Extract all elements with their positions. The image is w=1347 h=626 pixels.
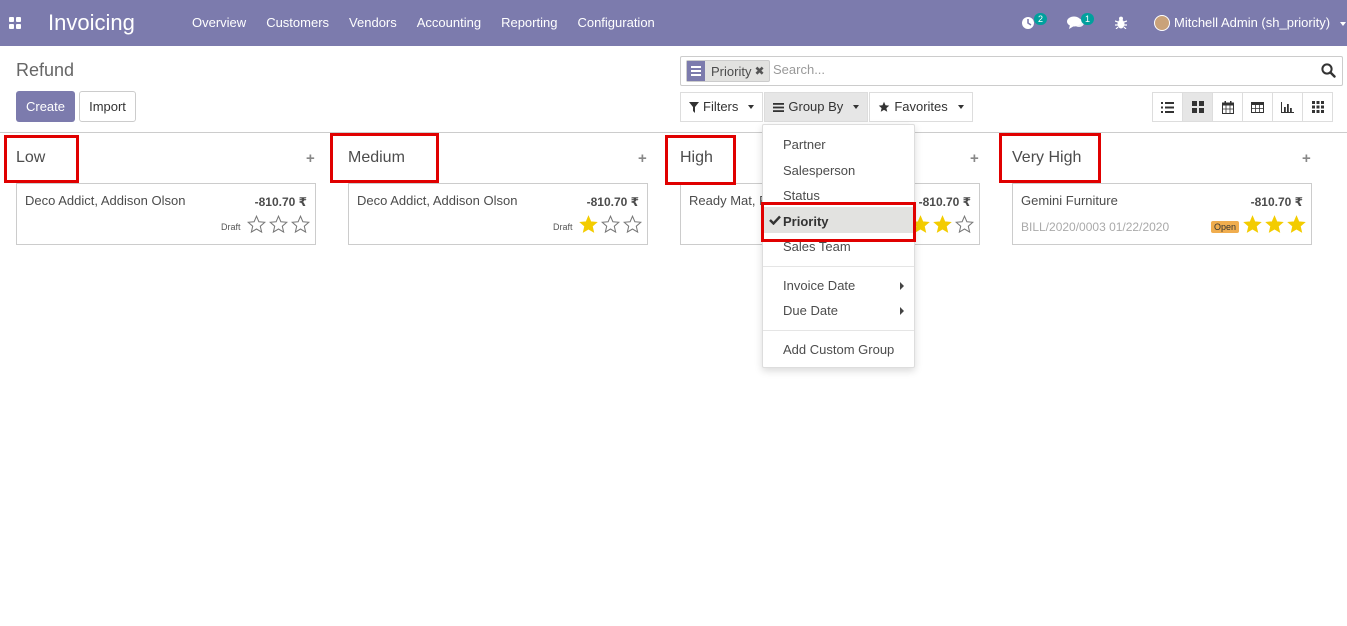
menu-vendors[interactable]: Vendors xyxy=(339,0,407,46)
search-box: Priority ✖ xyxy=(680,56,1343,86)
menu-configuration[interactable]: Configuration xyxy=(567,0,664,46)
kanban-view-icon[interactable] xyxy=(1182,92,1213,122)
user-avatar[interactable] xyxy=(1154,15,1170,31)
priority-stars[interactable] xyxy=(579,215,642,234)
card-amount: -810.70 ₹ xyxy=(586,195,639,209)
highlight-box-high xyxy=(665,135,736,185)
card-amount: -810.70 ₹ xyxy=(918,195,971,209)
add-custom-group[interactable]: Add Custom Group xyxy=(783,342,894,357)
star-empty-icon[interactable] xyxy=(269,215,288,234)
card-partner: Deco Addict, Addison Olson xyxy=(25,193,186,208)
facet-remove-icon[interactable]: ✖ xyxy=(754,64,768,78)
groupby-status[interactable]: Status xyxy=(783,188,820,203)
star-filled-icon[interactable] xyxy=(1243,215,1262,234)
column-add-icon[interactable]: + xyxy=(970,150,979,167)
favorites-caret-icon xyxy=(957,105,964,109)
calendar-view-icon[interactable] xyxy=(1212,92,1243,122)
grid-view-icon[interactable] xyxy=(1302,92,1333,122)
apps-menu-icon[interactable] xyxy=(9,17,21,29)
highlight-box-priority-option xyxy=(761,202,916,242)
star-empty-icon[interactable] xyxy=(291,215,310,234)
kanban-card[interactable]: Deco Addict, Addison Olson -810.70 ₹ Dra… xyxy=(348,183,648,245)
create-button[interactable]: Create xyxy=(16,91,75,122)
card-state: Draft xyxy=(553,222,573,232)
group-by-button[interactable]: Group By xyxy=(764,92,869,122)
view-switcher xyxy=(1152,92,1333,122)
star-filled-icon[interactable] xyxy=(1265,215,1284,234)
card-partner: Gemini Furniture xyxy=(1021,193,1118,208)
user-name: Mitchell Admin (sh_priority) xyxy=(1174,15,1331,30)
app-title: Invoicing xyxy=(48,10,135,35)
activity-clock-icon[interactable] xyxy=(1021,14,1035,33)
messages-badge: 1 xyxy=(1081,13,1095,25)
favorites-button[interactable]: Favorites xyxy=(869,92,973,122)
graph-view-icon[interactable] xyxy=(1272,92,1303,122)
column-add-icon[interactable]: + xyxy=(306,150,315,167)
menu-accounting[interactable]: Accounting xyxy=(407,0,491,46)
user-caret-icon xyxy=(1339,21,1346,26)
card-state-badge: Open xyxy=(1211,221,1240,233)
column-add-icon[interactable]: + xyxy=(1302,150,1311,167)
group-by-label: Group By xyxy=(788,99,844,114)
priority-stars[interactable] xyxy=(247,215,310,234)
control-panel: Refund Create Import Priority ✖ Filters … xyxy=(0,46,1347,133)
list-view-icon[interactable] xyxy=(1152,92,1183,122)
highlight-box-medium xyxy=(330,133,439,183)
submenu-arrow-icon xyxy=(900,282,904,290)
star-empty-icon[interactable] xyxy=(247,215,266,234)
kanban-card[interactable]: Deco Addict, Addison Olson -810.70 ₹ Dra… xyxy=(16,183,316,245)
submenu-arrow-icon xyxy=(900,307,904,315)
menu-reporting[interactable]: Reporting xyxy=(491,0,567,46)
group-by-dropdown: Partner Salesperson Status Priority Sale… xyxy=(761,124,916,368)
search-facet: Priority ✖ xyxy=(686,60,770,82)
star-icon xyxy=(879,101,890,112)
filters-label: Filters xyxy=(703,99,739,114)
bars-icon xyxy=(773,102,785,112)
pivot-view-icon[interactable] xyxy=(1242,92,1273,122)
highlight-box-very-high xyxy=(999,133,1101,183)
star-empty-icon[interactable] xyxy=(601,215,620,234)
card-amount: -810.70 ₹ xyxy=(254,195,307,209)
facet-label: Priority xyxy=(711,63,752,79)
import-button[interactable]: Import xyxy=(79,91,136,122)
highlight-box-low xyxy=(4,135,79,183)
group-by-caret-icon xyxy=(853,105,860,109)
column-add-icon[interactable]: + xyxy=(638,150,647,167)
group-by-facet-icon xyxy=(687,61,705,81)
filter-icon xyxy=(689,101,699,113)
card-state: Draft xyxy=(221,222,241,232)
groupby-partner[interactable]: Partner xyxy=(783,137,826,152)
star-filled-icon[interactable] xyxy=(933,215,952,234)
search-icon[interactable] xyxy=(1321,63,1336,81)
filters-button[interactable]: Filters xyxy=(680,92,764,122)
card-reference: BILL/2020/0003 01/22/2020 xyxy=(1021,220,1170,234)
groupby-salesperson[interactable]: Salesperson xyxy=(783,163,855,178)
search-input[interactable] xyxy=(771,61,1295,78)
priority-stars[interactable] xyxy=(911,215,974,234)
activity-badge: 2 xyxy=(1034,13,1048,25)
menu-customers[interactable]: Customers xyxy=(256,0,339,46)
menu-divider xyxy=(763,266,914,267)
search-options-bar: Filters Group By Favorites xyxy=(680,92,974,122)
card-partner: Deco Addict, Addison Olson xyxy=(357,193,518,208)
card-amount: -810.70 ₹ xyxy=(1250,195,1303,209)
menu-overview[interactable]: Overview xyxy=(182,0,256,46)
groupby-due-date[interactable]: Due Date xyxy=(783,303,838,318)
user-menu[interactable]: Mitchell Admin (sh_priority) xyxy=(1174,0,1346,46)
breadcrumb: Refund xyxy=(16,60,75,80)
star-empty-icon[interactable] xyxy=(623,215,642,234)
filters-caret-icon xyxy=(748,105,755,109)
main-menu: Overview Customers Vendors Accounting Re… xyxy=(182,0,665,46)
groupby-invoice-date[interactable]: Invoice Date xyxy=(783,278,855,293)
menu-divider xyxy=(763,330,914,331)
kanban-view: Low + Deco Addict, Addison Olson -810.70… xyxy=(0,133,1347,626)
star-empty-icon[interactable] xyxy=(955,215,974,234)
debug-bug-icon[interactable] xyxy=(1114,16,1128,32)
star-filled-icon[interactable] xyxy=(579,215,598,234)
priority-stars[interactable] xyxy=(1243,215,1306,234)
top-navbar: Invoicing Overview Customers Vendors Acc… xyxy=(0,0,1347,46)
star-filled-icon[interactable] xyxy=(1287,215,1306,234)
kanban-card[interactable]: Gemini Furniture -810.70 ₹ BILL/2020/000… xyxy=(1012,183,1312,245)
favorites-label: Favorites xyxy=(894,99,948,114)
